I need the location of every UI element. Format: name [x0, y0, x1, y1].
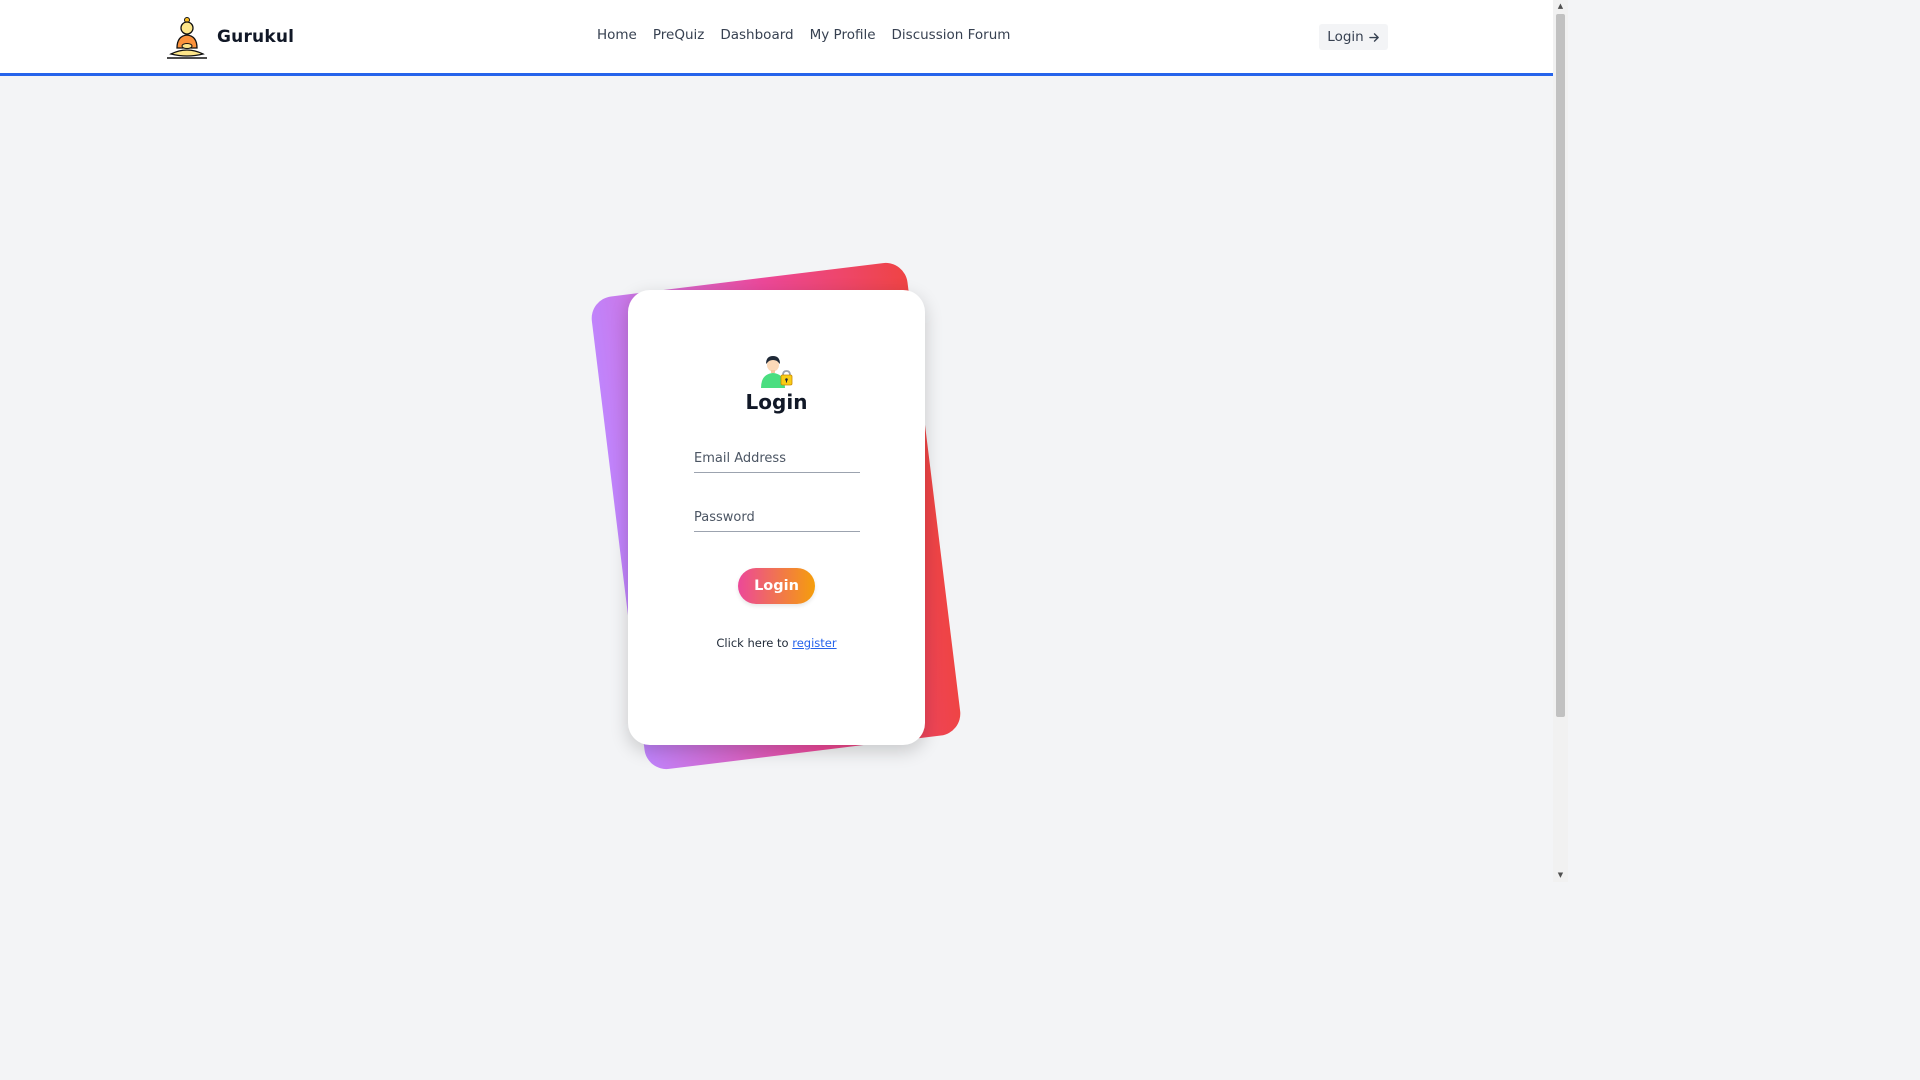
- scroll-up-arrow-icon[interactable]: ▲: [1556, 2, 1565, 10]
- brand-name: Gurukul: [217, 27, 295, 47]
- register-prefix-text: Click here to: [716, 636, 793, 650]
- password-field[interactable]: [694, 506, 860, 532]
- login-card: Login Login Click here to register: [628, 290, 925, 745]
- top-navbar: Gurukul Home PreQuiz Dashboard My Profil…: [0, 0, 1553, 76]
- email-field[interactable]: [694, 447, 860, 473]
- nav-home[interactable]: Home: [597, 27, 637, 43]
- login-title: Login: [745, 390, 808, 414]
- arrow-right-icon: [1368, 32, 1379, 42]
- header-login-label: Login: [1327, 29, 1364, 45]
- register-link[interactable]: register: [792, 636, 836, 650]
- login-submit-button[interactable]: Login: [738, 568, 815, 604]
- meditating-monk-logo: [167, 17, 207, 59]
- nav-my-profile[interactable]: My Profile: [810, 27, 876, 43]
- nav-dashboard[interactable]: Dashboard: [720, 27, 793, 43]
- brand-home-link[interactable]: Gurukul: [165, 14, 294, 60]
- header-login-button[interactable]: Login: [1319, 24, 1388, 50]
- main-nav: Home PreQuiz Dashboard My Profile Discus…: [597, 27, 1010, 43]
- nav-discussion-forum[interactable]: Discussion Forum: [892, 27, 1011, 43]
- scroll-down-arrow-icon[interactable]: ▼: [1556, 871, 1565, 879]
- vertical-scrollbar[interactable]: ▲ ▼: [1553, 0, 1568, 882]
- user-lock-icon: [761, 356, 793, 388]
- scrollbar-thumb[interactable]: [1556, 14, 1565, 717]
- nav-prequiz[interactable]: PreQuiz: [653, 27, 704, 43]
- register-prompt: Click here to register: [628, 636, 925, 650]
